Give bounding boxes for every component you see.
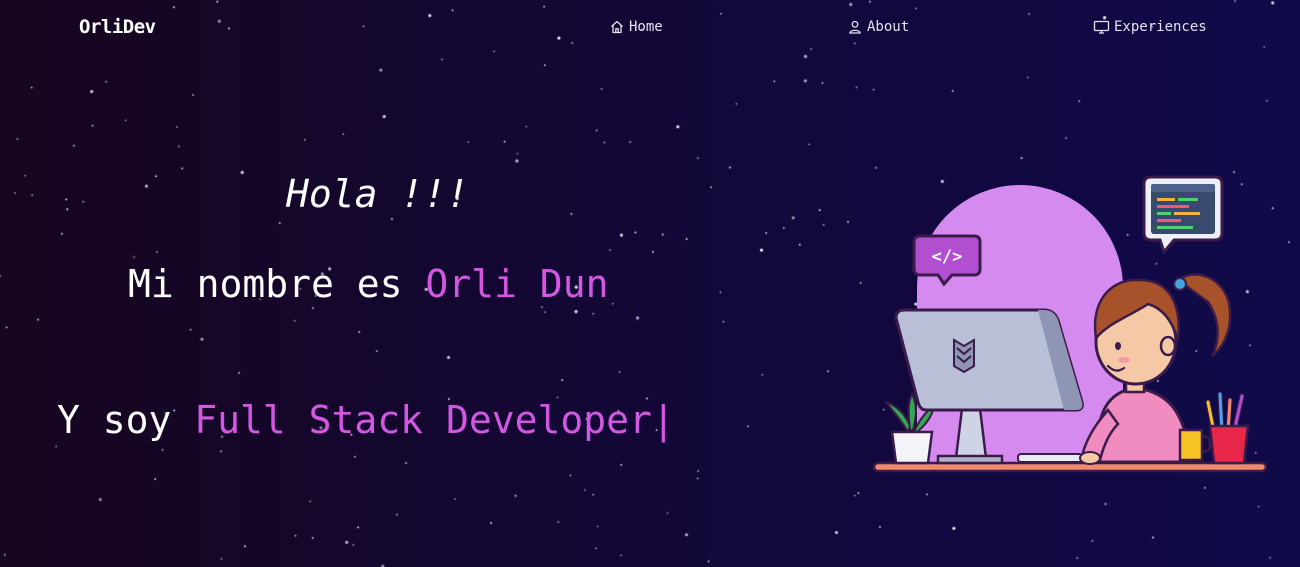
navbar: OrliDev Home About Experiences xyxy=(0,0,1300,56)
nav-about-label: About xyxy=(867,19,910,35)
hero-name-line: Mi nombre es Orli Dun xyxy=(128,262,608,306)
hero-role: Full Stack Developer xyxy=(194,398,652,442)
typing-cursor: | xyxy=(651,398,675,442)
hero-greeting: Hola !!! xyxy=(286,172,470,216)
desk xyxy=(872,461,1268,473)
nav-about[interactable]: About xyxy=(847,19,909,35)
keyboard xyxy=(1017,453,1083,463)
hero-role-line: Y soy Full Stack Developer| xyxy=(57,398,675,442)
nav-home[interactable]: Home xyxy=(609,19,663,35)
brand-logo[interactable]: OrliDev xyxy=(79,16,156,38)
pencil-cup-icon xyxy=(1205,391,1250,465)
name-prefix: Mi nombre es xyxy=(128,262,426,306)
nav-experiences-label: Experiences xyxy=(1114,19,1207,35)
developer-illustration: </> xyxy=(872,175,1268,473)
hero-name: Orli Dun xyxy=(425,262,609,306)
nav-home-label: Home xyxy=(629,19,663,35)
role-prefix: Y soy xyxy=(57,398,195,442)
code-window-icon xyxy=(1142,175,1224,256)
monitor-icon xyxy=(1093,20,1110,34)
nav-experiences[interactable]: Experiences xyxy=(1093,19,1207,35)
mug-icon xyxy=(1178,428,1212,462)
user-icon xyxy=(849,20,861,34)
code-symbol-text: </> xyxy=(932,247,963,267)
home-icon xyxy=(611,20,623,34)
